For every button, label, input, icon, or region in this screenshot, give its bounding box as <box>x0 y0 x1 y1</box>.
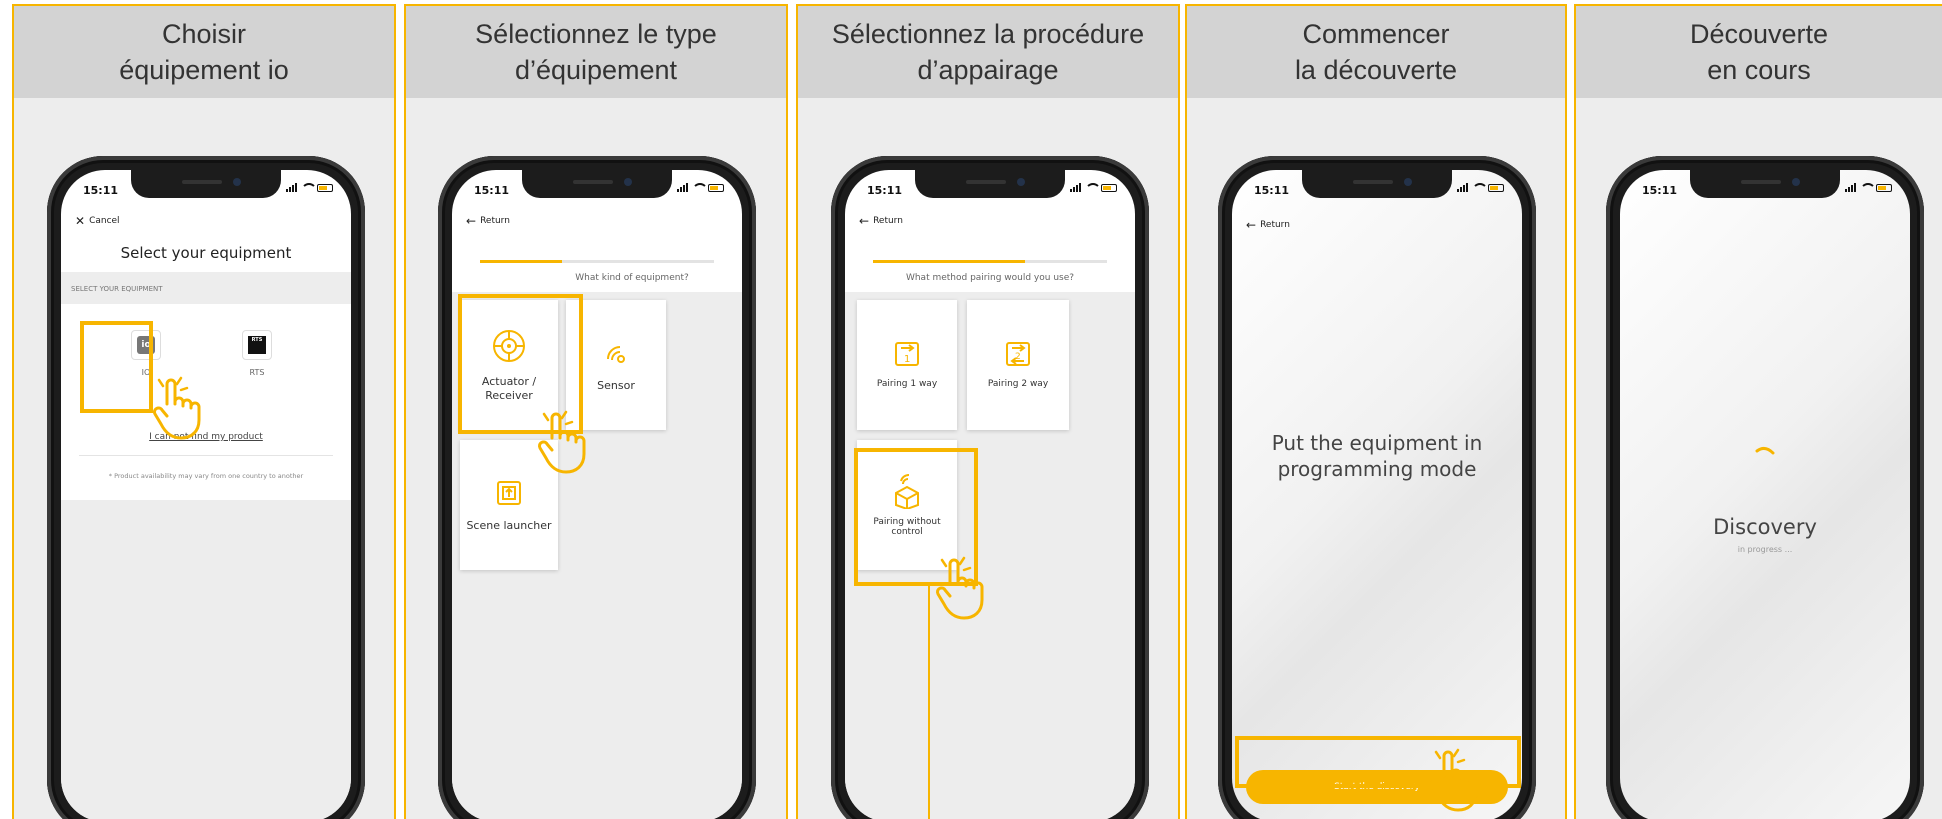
phone-screen: 15:11 ← Return What kind of equipment? A… <box>452 170 742 819</box>
card-pairing-1-way[interactable]: 1 Pairing 1 way <box>857 300 957 430</box>
card-label: Scene launcher <box>466 518 552 532</box>
card-label: Pairing 1 way <box>876 379 938 389</box>
card-label: Sensor <box>597 378 635 392</box>
phone-notch <box>915 170 1065 198</box>
tap-hand-icon <box>936 556 984 620</box>
footnote: * Product availability may vary from one… <box>108 472 304 480</box>
status-icons <box>677 183 724 192</box>
battery-icon <box>317 183 333 192</box>
loading-spinner-icon <box>1755 446 1775 455</box>
progress-bar <box>480 260 714 263</box>
pairing-1-way-icon: 1 <box>895 342 919 366</box>
progress-fill <box>873 260 1026 263</box>
status-icons <box>1457 183 1504 192</box>
status-time: 15:11 <box>1642 184 1678 197</box>
panel-title: Découverte en cours <box>1576 6 1942 98</box>
status-time: 15:11 <box>867 184 903 197</box>
phone-notch <box>1690 170 1840 198</box>
signal-icon <box>1845 183 1856 192</box>
signal-icon <box>1070 183 1081 192</box>
card-pairing-2-way[interactable]: 2 Pairing 2 way <box>967 300 1069 430</box>
wifi-icon <box>301 183 317 192</box>
phone-mockup: 15:11 ← Return What kind of equipment? A… <box>438 156 756 819</box>
card-label: Pairing 2 way <box>987 379 1049 389</box>
wifi-icon <box>692 183 708 192</box>
phone-screen: 15:11 ✕ Cancel Select your equipment SEL… <box>61 170 351 819</box>
signal-icon <box>1457 183 1468 192</box>
tap-hand-icon <box>1430 748 1478 812</box>
return-button[interactable]: ← Return <box>1246 218 1290 232</box>
svg-text:1: 1 <box>904 354 910 365</box>
status-icons <box>286 183 333 192</box>
tap-hand-icon <box>153 376 201 440</box>
phone-screen: 15:11 Discovery in progress ... <box>1620 170 1910 819</box>
status-time: 15:11 <box>83 184 119 197</box>
panel-title: Choisir équipement io <box>14 6 394 98</box>
step-question: What method pairing would you use? <box>905 273 1075 283</box>
equipment-option-rts[interactable]: RTS RTS <box>227 330 287 377</box>
screen-title: Select your equipment <box>120 244 292 262</box>
phone-mockup: 15:11 ← Return Put the equipment in prog… <box>1218 156 1536 819</box>
status-icons <box>1070 183 1117 192</box>
divider <box>79 455 333 456</box>
wifi-icon <box>1472 183 1488 192</box>
arrow-left-icon: ← <box>859 214 870 228</box>
discovery-subtitle: in progress ... <box>1737 545 1793 554</box>
return-button[interactable]: ← Return <box>466 214 510 228</box>
wifi-icon <box>1860 183 1876 192</box>
status-icons <box>1845 183 1892 192</box>
status-time: 15:11 <box>474 184 510 197</box>
step-panel-choose-equipment: Choisir équipement io 15:11 ✕ Cancel Sel… <box>12 4 396 819</box>
panel-title: Commencer la découverte <box>1187 6 1565 98</box>
rts-logo-icon: RTS <box>242 330 272 360</box>
step-panel-select-pairing: Sélectionnez la procédure d’appairage 15… <box>796 4 1180 819</box>
phone-screen: 15:11 ← Return Put the equipment in prog… <box>1232 170 1522 819</box>
status-time: 15:11 <box>1254 184 1290 197</box>
option-label: RTS <box>249 368 265 377</box>
battery-icon <box>1876 183 1892 192</box>
phone-notch <box>131 170 281 198</box>
signal-icon <box>286 183 297 192</box>
step-panel-select-type: Sélectionnez le type d’équipement 15:11 … <box>404 4 788 819</box>
progress-fill <box>480 260 562 263</box>
wifi-icon <box>1085 183 1101 192</box>
pairing-2-way-icon: 2 <box>1006 342 1030 366</box>
cancel-button[interactable]: ✕ Cancel <box>75 214 120 228</box>
step-question: What kind of equipment? <box>575 273 689 283</box>
sensor-icon <box>607 345 625 363</box>
phone-mockup: 15:11 ✕ Cancel Select your equipment SEL… <box>47 156 365 819</box>
phone-mockup: 15:11 ← Return What method pairing would… <box>831 156 1149 819</box>
step-panel-discovery-in-progress: Découverte en cours 15:11 Discovery in p… <box>1574 4 1942 819</box>
svg-text:2: 2 <box>1015 352 1021 362</box>
panel-title: Sélectionnez le type d’équipement <box>406 6 786 98</box>
arrow-left-icon: ← <box>1246 218 1257 232</box>
connector-line <box>928 586 930 819</box>
section-header: SELECT YOUR EQUIPMENT <box>61 272 351 304</box>
battery-icon <box>1488 183 1504 192</box>
panel-title: Sélectionnez la procédure d’appairage <box>798 6 1178 98</box>
highlight-box <box>80 321 153 413</box>
tap-hand-icon <box>538 410 586 474</box>
discovery-title: Discovery <box>1713 515 1817 539</box>
battery-icon <box>1101 183 1117 192</box>
return-button[interactable]: ← Return <box>859 214 903 228</box>
battery-icon <box>708 183 724 192</box>
phone-notch <box>1302 170 1452 198</box>
phone-notch <box>522 170 672 198</box>
instruction-message: Put the equipment in programming mode <box>1271 431 1483 481</box>
close-icon: ✕ <box>75 214 86 228</box>
progress-bar <box>873 260 1107 263</box>
empty-area <box>61 500 351 819</box>
step-panel-start-discovery: Commencer la découverte 15:11 ← Return P… <box>1185 4 1567 819</box>
signal-icon <box>677 183 688 192</box>
arrow-left-icon: ← <box>466 214 477 228</box>
scene-launcher-icon <box>497 480 521 505</box>
phone-mockup: 15:11 Discovery in progress ... <box>1606 156 1924 819</box>
